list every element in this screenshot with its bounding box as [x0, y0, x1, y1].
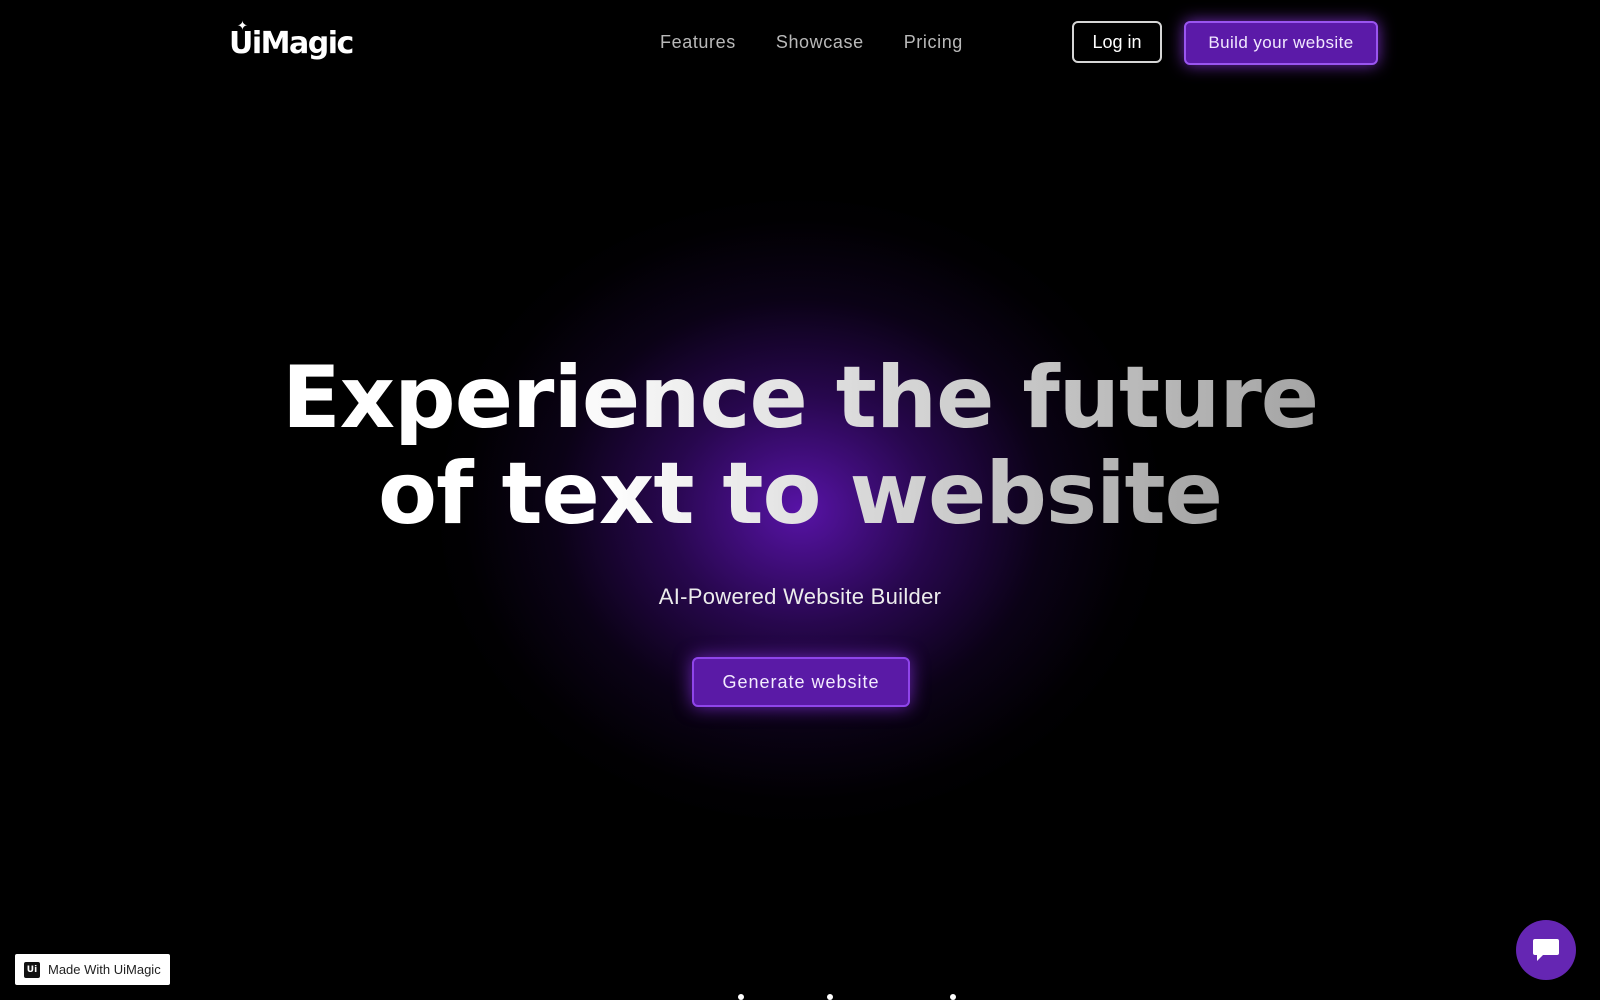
logo-text: ✦ UiMagic [229, 19, 354, 61]
hero-title-line-1: Experience the future [0, 350, 1600, 446]
login-button[interactable]: Log in [1072, 21, 1162, 63]
chat-button[interactable] [1516, 920, 1576, 980]
next-section-peek [827, 994, 833, 1000]
hero-title-line-1-text: Experience the future [282, 350, 1318, 446]
hero-title-line-2-text: of text to website [378, 446, 1222, 542]
next-section-peek [950, 994, 956, 1000]
uimagic-logo-icon: Ui [24, 961, 40, 978]
main-nav: Features Showcase Pricing [660, 28, 963, 56]
hero-title: Experience the future of text to website [0, 350, 1600, 542]
nav-link-showcase[interactable]: Showcase [776, 32, 864, 53]
hero-title-line-2-part-b: website [849, 444, 1222, 544]
hero-subtitle: AI-Powered Website Builder [658, 584, 942, 609]
build-website-button[interactable]: Build your website [1184, 21, 1378, 65]
logo[interactable]: ✦ UiMagic [229, 16, 354, 70]
made-with-badge-label: Made With UiMagic [48, 962, 161, 977]
logo-wordmark: UiMagic [229, 25, 354, 61]
hero-title-line-1-part-b: future [1022, 348, 1319, 448]
sparkle-icon: ✦ [237, 18, 248, 34]
made-with-badge[interactable]: Ui Made With UiMagic [15, 954, 170, 985]
next-section-peek [738, 994, 744, 1000]
generate-website-button[interactable]: Generate website [692, 657, 910, 707]
hero-title-line-1-part-a: Experience the [281, 348, 1023, 448]
chat-bubble-icon [1533, 939, 1559, 961]
nav-link-pricing[interactable]: Pricing [904, 32, 963, 53]
landing-page: ✦ UiMagic Features Showcase Pricing Log … [0, 0, 1600, 1000]
nav-link-features[interactable]: Features [660, 32, 736, 53]
hero-title-line-2-part-a: of text to [378, 444, 850, 544]
hero-title-line-2: of text to website [0, 446, 1600, 542]
